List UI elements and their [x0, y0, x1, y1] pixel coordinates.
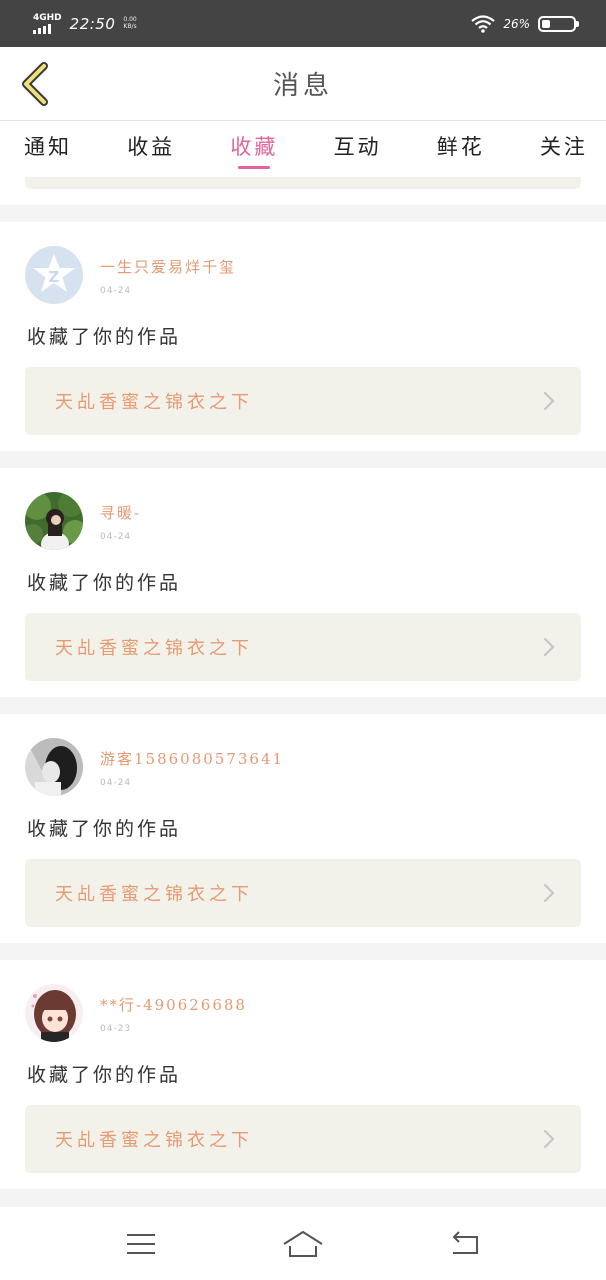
work-title: 天乩香蜜之锦衣之下 — [55, 884, 253, 905]
signal-indicator: 4GHD — [33, 12, 62, 34]
username[interactable]: 游客1586080573641 — [100, 748, 284, 769]
message-card: 寻暖- 04-24 收藏了你的作品 天乩香蜜之锦衣之下 — [0, 468, 606, 697]
tab-earnings[interactable]: 收益 — [127, 121, 175, 177]
home-icon — [283, 1230, 323, 1257]
svg-text:Z: Z — [49, 268, 60, 286]
action-text: 收藏了你的作品 — [27, 572, 182, 594]
tab-label: 鲜花 — [436, 135, 485, 159]
back-arrow-icon — [452, 1230, 478, 1254]
message-list[interactable]: Z 一生只爱易烊千玺 04-24 收藏了你的作品 天乩香蜜之锦衣之下 寻暖- 0… — [0, 177, 606, 1207]
tab-flowers[interactable]: 鲜花 — [437, 121, 485, 177]
user-row: Z 一生只爱易烊千玺 04-24 — [25, 246, 236, 304]
system-nav-bar — [0, 1207, 606, 1280]
status-bar: 4GHD 22:50 0.00 KB/s 26% — [0, 0, 606, 47]
user-meta: 寻暖- 04-24 — [100, 502, 141, 542]
battery-percent: 26% — [503, 16, 530, 31]
avatar[interactable] — [25, 738, 83, 796]
username[interactable]: **行-490626688 — [100, 994, 247, 1015]
action-text: 收藏了你的作品 — [27, 818, 182, 840]
page-title: 消息 — [272, 71, 333, 101]
back-nav-button[interactable] — [435, 1219, 495, 1269]
work-link[interactable]: 天乩香蜜之锦衣之下 — [25, 859, 581, 927]
action-text: 收藏了你的作品 — [27, 326, 182, 348]
tab-label: 收益 — [127, 135, 176, 159]
chevron-right-icon — [541, 1129, 557, 1149]
tab-notifications[interactable]: 通知 — [24, 121, 72, 177]
tab-label: 互动 — [333, 135, 382, 159]
user-row: **行-490626688 04-23 — [25, 984, 247, 1042]
menu-icon — [127, 1233, 155, 1254]
battery-icon — [538, 15, 579, 32]
menu-button[interactable] — [111, 1219, 171, 1269]
tab-label: 关注 — [539, 135, 588, 159]
work-link[interactable]: 天乩香蜜之锦衣之下 — [25, 1105, 581, 1173]
chevron-left-icon — [22, 62, 48, 106]
user-meta: 游客1586080573641 04-24 — [100, 748, 284, 788]
header: 消息 — [0, 47, 606, 121]
message-date: 04-24 — [100, 286, 132, 296]
network-type: 4GHD — [33, 12, 62, 23]
tab-follows[interactable]: 关注 — [540, 121, 588, 177]
work-link[interactable]: 天乩香蜜之锦衣之下 — [25, 367, 581, 435]
message-date: 04-23 — [100, 1024, 132, 1034]
work-link[interactable]: 天乩香蜜之锦衣之下 — [25, 613, 581, 681]
tab-label: 通知 — [24, 135, 72, 159]
chevron-right-icon — [541, 883, 557, 903]
status-right: 26% — [471, 14, 579, 33]
status-left: 4GHD 22:50 0.00 KB/s — [33, 12, 137, 34]
network-speed: 0.00 KB/s — [123, 16, 137, 30]
active-tab-indicator — [238, 166, 271, 169]
username[interactable]: 寻暖- — [100, 502, 141, 523]
tab-favorites[interactable]: 收藏 — [230, 121, 278, 177]
chevron-right-icon — [541, 391, 557, 411]
action-text: 收藏了你的作品 — [27, 1064, 182, 1086]
message-card: 游客1586080573641 04-24 收藏了你的作品 天乩香蜜之锦衣之下 — [0, 714, 606, 943]
wifi-icon — [471, 14, 496, 33]
tab-label: 收藏 — [230, 135, 279, 159]
message-card: Z 一生只爱易烊千玺 04-24 收藏了你的作品 天乩香蜜之锦衣之下 — [0, 222, 606, 451]
user-meta: **行-490626688 04-23 — [100, 994, 247, 1034]
work-title: 天乩香蜜之锦衣之下 — [55, 1130, 253, 1151]
tab-interactions[interactable]: 互动 — [334, 121, 382, 177]
speed-unit: KB/s — [123, 22, 137, 30]
user-row: 寻暖- 04-24 — [25, 492, 141, 550]
chevron-right-icon — [541, 637, 557, 657]
user-row: 游客1586080573641 04-24 — [25, 738, 284, 796]
avatar[interactable] — [25, 984, 83, 1042]
message-card: **行-490626688 04-23 收藏了你的作品 天乩香蜜之锦衣之下 — [0, 960, 606, 1189]
avatar[interactable] — [25, 492, 83, 550]
back-button[interactable] — [14, 61, 54, 107]
message-date: 04-24 — [100, 532, 132, 542]
username[interactable]: 一生只爱易烊千玺 — [100, 256, 236, 277]
message-date: 04-24 — [100, 778, 132, 788]
avatar[interactable]: Z — [25, 246, 83, 304]
signal-icon — [33, 23, 51, 34]
tab-bar: 通知 收益 收藏 互动 鲜花 关注 — [0, 121, 606, 177]
user-meta: 一生只爱易烊千玺 04-24 — [100, 256, 236, 296]
work-title: 天乩香蜜之锦衣之下 — [55, 638, 253, 659]
previous-card-tail — [0, 177, 606, 205]
work-title: 天乩香蜜之锦衣之下 — [55, 392, 253, 413]
clock: 22:50 — [69, 14, 116, 33]
home-button[interactable] — [273, 1219, 333, 1269]
